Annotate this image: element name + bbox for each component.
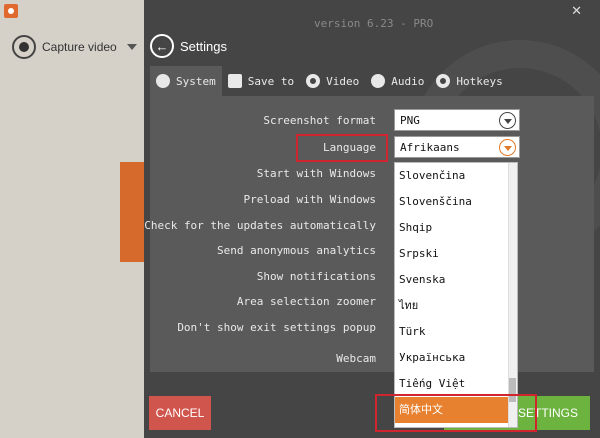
preview-frame-edge (120, 162, 144, 262)
start-with-windows-label: Start with Windows (256, 167, 376, 180)
tab-audio-label: Audio (391, 74, 425, 88)
show-notifications-label: Show notifications (256, 270, 376, 283)
settings-panel: version 6.23 - PRO ✕ ← Settings System S… (144, 0, 600, 438)
chevron-down-icon (126, 44, 137, 50)
screenshot-format-select[interactable]: PNG (394, 109, 520, 131)
language-option[interactable]: Srpski (395, 241, 517, 267)
tab-system[interactable]: System (150, 66, 222, 96)
language-select[interactable]: Afrikaans (394, 136, 520, 158)
chinese-option-highlight-box (375, 394, 537, 432)
background-app-window: Capture video (0, 0, 144, 438)
dont-show-exit-popup-label: Don't show exit settings popup (177, 321, 376, 334)
language-option[interactable]: ไทย (395, 293, 517, 319)
back-arrow-icon: ← (150, 34, 174, 58)
hotkeys-icon (436, 74, 451, 88)
language-option[interactable]: Українська (395, 345, 517, 371)
language-dropdown-list[interactable]: Slovenčina Slovenščina Shqip Srpski Sven… (394, 162, 518, 428)
tab-video-label: Video (326, 74, 360, 88)
capture-video-selector[interactable]: Capture video (12, 35, 137, 59)
settings-tabs: System Save to Video Audio Hotkeys (150, 66, 509, 96)
screenshot-format-value: PNG (400, 113, 420, 127)
language-option[interactable]: Slovenščina (395, 189, 517, 215)
record-icon (306, 74, 321, 88)
version-label: version 6.23 - PRO (314, 17, 434, 30)
dropdown-scrollbar[interactable] (508, 163, 517, 427)
language-option[interactable]: Shqip (395, 215, 517, 241)
tab-audio[interactable]: Audio (365, 66, 430, 96)
tab-system-label: System (176, 74, 216, 88)
speaker-icon (371, 74, 386, 88)
preload-with-windows-label: Preload with Windows (243, 193, 376, 206)
area-selection-zoomer-label: Area selection zoomer (236, 295, 376, 308)
folder-icon (227, 74, 242, 88)
close-icon[interactable]: ✕ (571, 4, 582, 19)
app-logo-icon (4, 4, 18, 18)
tab-save-to[interactable]: Save to (222, 66, 300, 96)
record-icon (12, 35, 36, 59)
send-analytics-label: Send anonymous analytics (217, 244, 376, 257)
language-value: Afrikaans (400, 140, 460, 154)
tab-hotkeys-label: Hotkeys (456, 74, 503, 88)
capture-video-label: Capture video (42, 40, 117, 54)
chevron-down-icon (499, 112, 516, 129)
settings-title: Settings (180, 38, 227, 54)
tab-video[interactable]: Video (300, 66, 365, 96)
webcam-label: Webcam (336, 352, 376, 365)
tab-save-to-label: Save to (247, 74, 295, 88)
cancel-button[interactable]: CANCEL (149, 396, 211, 430)
gear-icon (156, 74, 170, 88)
chevron-down-icon (499, 139, 516, 156)
language-option[interactable]: Slovenčina (395, 163, 517, 189)
tab-hotkeys[interactable]: Hotkeys (430, 66, 508, 96)
language-option[interactable]: Türk (395, 319, 517, 345)
check-updates-label: Check for the updates automatically (144, 219, 376, 232)
language-option[interactable]: Svenska (395, 267, 517, 293)
language-highlight-box (296, 134, 388, 162)
back-button[interactable]: ← Settings (150, 34, 227, 58)
screenshot-format-label: Screenshot format (263, 114, 376, 127)
